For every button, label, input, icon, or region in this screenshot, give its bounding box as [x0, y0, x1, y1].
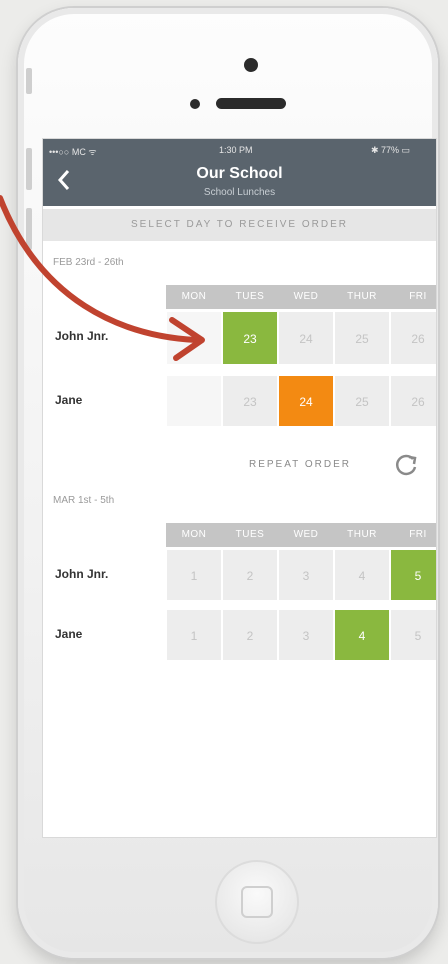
day-header: TUES [222, 523, 278, 547]
day-cell[interactable]: 5 [390, 609, 436, 661]
day-cell[interactable]: 2 [222, 609, 278, 661]
day-header: WED [278, 285, 334, 309]
day-cell[interactable]: 5 [390, 549, 436, 601]
day-cell[interactable]: 4 [334, 609, 390, 661]
page-subtitle: School Lunches [203, 187, 276, 198]
earpiece-speaker [216, 98, 286, 109]
day-cell[interactable]: 26 [390, 311, 436, 365]
day-cell[interactable]: 26 [390, 375, 436, 427]
home-button[interactable] [215, 860, 299, 944]
child-name: John Jnr. [55, 567, 109, 581]
day-cell[interactable]: 24 [278, 375, 334, 427]
child-name: Jane [55, 393, 83, 407]
front-camera [244, 58, 258, 72]
day-header: THUR [334, 523, 390, 547]
day-header: MON [166, 523, 222, 547]
day-cell [166, 375, 222, 427]
volume-down-button [26, 208, 32, 250]
mute-switch [26, 68, 32, 94]
day-header: WED [278, 523, 334, 547]
day-cell[interactable]: 25 [334, 311, 390, 365]
status-battery: ✱ 77% ▭ [371, 145, 411, 155]
day-header: FRI [390, 523, 436, 547]
week-label: MAR 1st - 5th [53, 495, 115, 506]
home-square-icon [241, 886, 273, 918]
child-name: John Jnr. [55, 329, 109, 343]
status-time: 1:30 PM [219, 145, 253, 155]
volume-up-button [26, 148, 32, 190]
nav-bar: •••○○ MC ᯤ 1:30 PM ✱ 77% ▭ Our School Sc… [43, 139, 436, 206]
day-cell[interactable]: 4 [334, 549, 390, 601]
instruction-banner: SELECT DAY TO RECEIVE ORDER [43, 209, 436, 241]
week-label: FEB 23rd - 26th [53, 257, 124, 268]
day-cell[interactable]: 2 [222, 549, 278, 601]
repeat-order-button[interactable]: REPEAT ORDER [249, 459, 351, 470]
day-cell[interactable]: 23 [222, 311, 278, 365]
day-cell [166, 311, 222, 365]
day-cell[interactable]: 23 [222, 375, 278, 427]
day-cell[interactable]: 1 [166, 609, 222, 661]
day-cell[interactable]: 25 [334, 375, 390, 427]
day-header: TUES [222, 285, 278, 309]
day-header: FRI [390, 285, 436, 309]
page-title: Our School [196, 165, 283, 182]
refresh-icon[interactable] [392, 451, 420, 479]
app-screen: •••○○ MC ᯤ 1:30 PM ✱ 77% ▭ Our School Sc… [42, 138, 437, 838]
day-cell[interactable]: 24 [278, 311, 334, 365]
day-header: MON [166, 285, 222, 309]
proximity-sensor [190, 99, 200, 109]
child-name: Jane [55, 627, 83, 641]
status-carrier: •••○○ MC ᯤ [49, 147, 97, 157]
day-cell[interactable]: 3 [278, 549, 334, 601]
day-cell[interactable]: 1 [166, 549, 222, 601]
day-cell[interactable]: 3 [278, 609, 334, 661]
day-header: THUR [334, 285, 390, 309]
